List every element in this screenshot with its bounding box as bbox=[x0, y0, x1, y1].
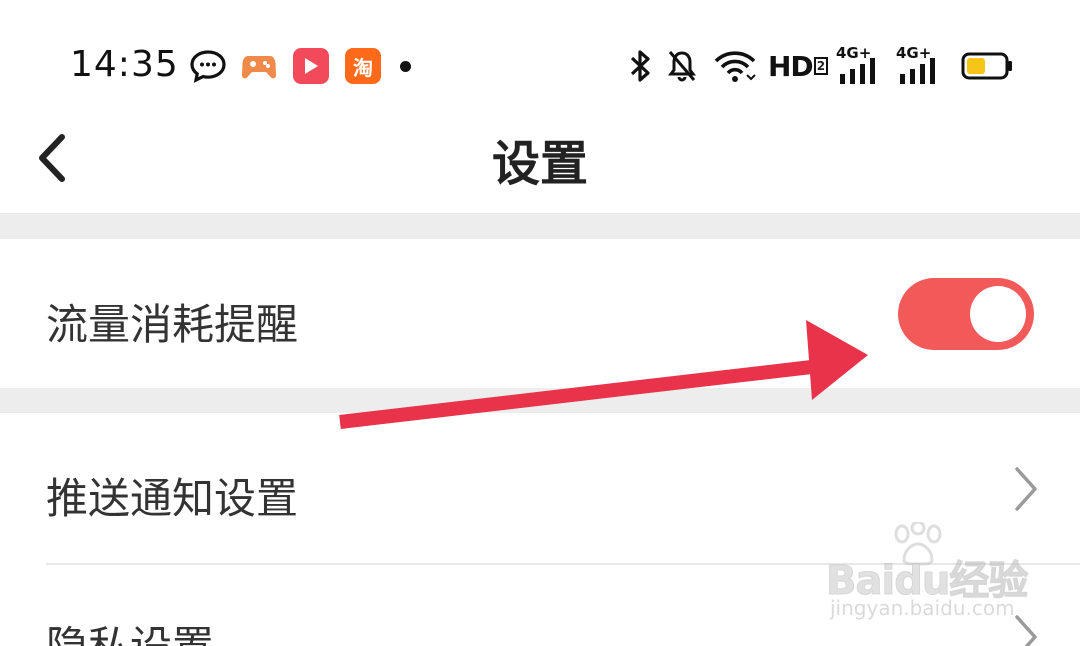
hd-sub-label: 2 bbox=[813, 57, 829, 75]
push-notification-label: 推送通知设置 bbox=[46, 474, 299, 523]
chat-bubble-icon bbox=[188, 46, 228, 86]
page-title: 设置 bbox=[491, 136, 588, 192]
bluetooth-icon bbox=[624, 46, 656, 86]
section-separator bbox=[0, 388, 1080, 413]
signal-4g-icon-1: 4G+ bbox=[836, 44, 882, 86]
battery-icon bbox=[960, 46, 1014, 86]
status-time: 14:35 bbox=[70, 44, 179, 85]
traffic-reminder-label: 流量消耗提醒 bbox=[46, 300, 299, 349]
app-header: 设置 bbox=[0, 110, 1080, 213]
traffic-reminder-toggle[interactable] bbox=[898, 278, 1034, 350]
video-play-icon bbox=[292, 46, 330, 86]
hd-label: HD bbox=[768, 49, 814, 83]
wifi-icon bbox=[712, 46, 758, 86]
baidu-watermark: Baidu经验 jingyan.baidu.com bbox=[825, 522, 1036, 622]
watermark-url: jingyan.baidu.com bbox=[830, 596, 1015, 620]
notification-dot-icon bbox=[396, 46, 414, 86]
signal-4g-icon-2: 4G+ bbox=[896, 44, 942, 86]
hd-voice-icon: HD 2 bbox=[768, 46, 829, 86]
toggle-knob bbox=[970, 286, 1026, 342]
privacy-label: 隐私设置 bbox=[46, 613, 214, 646]
bell-muted-icon bbox=[666, 46, 698, 86]
game-controller-icon bbox=[241, 46, 277, 86]
status-bar: 14:35 淘 HD 2 4G+ 4G+ bbox=[0, 0, 1080, 110]
taobao-icon: 淘 bbox=[344, 46, 382, 86]
chevron-right-icon bbox=[1015, 467, 1037, 511]
section-separator bbox=[0, 213, 1080, 239]
taobao-label: 淘 bbox=[345, 48, 381, 84]
